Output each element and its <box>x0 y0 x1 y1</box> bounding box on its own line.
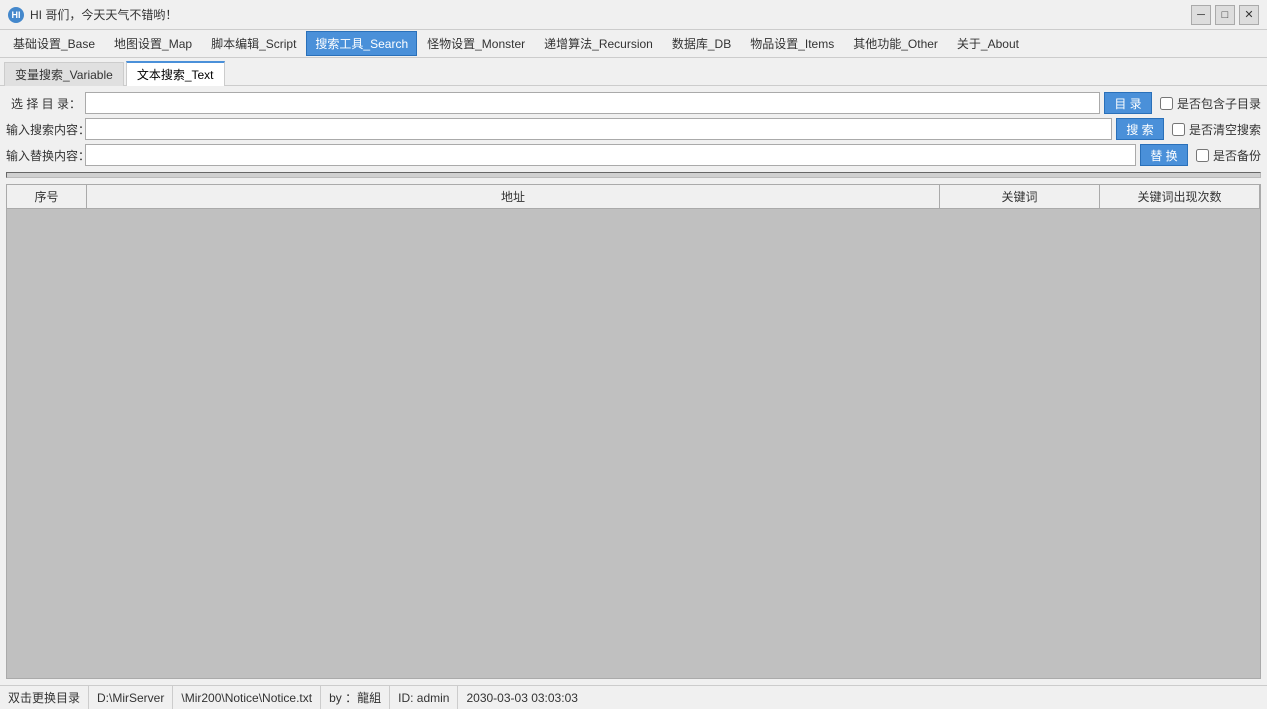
replace-label: 输入替换内容： <box>6 147 81 164</box>
col-header-kw: 关键词 <box>940 185 1100 208</box>
search-button[interactable]: 搜 索 <box>1116 118 1164 140</box>
search-row: 输入搜索内容： 搜 索 是否清空搜索 <box>6 118 1261 140</box>
checkbox1-input[interactable] <box>1160 97 1173 110</box>
status-path2-text: \Mir200\Notice\Notice.txt <box>181 691 312 705</box>
title-bar: HI HI 哥们，今天天气不错哟！ ─ □ ✕ <box>0 0 1267 30</box>
status-bar: 双击更换目录 D:\MirServer \Mir200\Notice\Notic… <box>0 685 1267 709</box>
search-input[interactable] <box>85 118 1112 140</box>
checkbox3-text: 是否备份 <box>1213 147 1261 164</box>
menu-item-base[interactable]: 基础设置_Base <box>4 31 104 56</box>
checkbox1-label[interactable]: 是否包含子目录 <box>1160 95 1261 112</box>
status-datetime-text: 2030-03-03 03:03:03 <box>466 691 577 705</box>
tab-bar: 变量搜索_Variable文本搜索_Text <box>0 58 1267 86</box>
divider <box>6 172 1261 178</box>
status-id: ID: admin <box>390 686 458 709</box>
right-options-3: 是否备份 <box>1196 147 1261 164</box>
dir-button[interactable]: 目 录 <box>1104 92 1152 114</box>
right-options-1: 是否包含子目录 <box>1160 95 1261 112</box>
form-inputs: 选 择 目 录： 目 录 是否包含子目录 输入搜索内容： 搜 索 <box>6 92 1261 166</box>
status-path1-text: D:\MirServer <box>97 691 164 705</box>
right-options-2: 是否清空搜索 <box>1172 121 1261 138</box>
status-action[interactable]: 双击更换目录 <box>0 686 89 709</box>
menu-item-items[interactable]: 物品设置_Items <box>741 31 843 56</box>
main-content: 选 择 目 录： 目 录 是否包含子目录 输入搜索内容： 搜 索 <box>0 86 1267 685</box>
checkbox2-text: 是否清空搜索 <box>1189 121 1261 138</box>
menu-item-monster[interactable]: 怪物设置_Monster <box>418 31 534 56</box>
status-path2: \Mir200\Notice\Notice.txt <box>173 686 321 709</box>
menu-bar: 基础设置_Base地图设置_Map脚本编辑_Script搜索工具_Search怪… <box>0 30 1267 58</box>
maximize-button[interactable]: □ <box>1215 5 1235 25</box>
menu-item-script[interactable]: 脚本编辑_Script <box>202 31 305 56</box>
replace-button[interactable]: 替 换 <box>1140 144 1188 166</box>
status-id-value: admin <box>417 691 450 705</box>
col-header-count: 关键词出现次数 <box>1100 185 1260 208</box>
tab-variable[interactable]: 变量搜索_Variable <box>4 62 124 86</box>
form-area: 选 择 目 录： 目 录 是否包含子目录 输入搜索内容： 搜 索 <box>6 92 1261 166</box>
status-by: by ： 龍組 <box>321 686 390 709</box>
menu-item-about[interactable]: 关于_About <box>948 31 1028 56</box>
menu-item-other[interactable]: 其他功能_Other <box>844 31 947 56</box>
table-body <box>7 209 1260 678</box>
status-action-text: 双击更换目录 <box>8 689 80 706</box>
checkbox2-label[interactable]: 是否清空搜索 <box>1172 121 1261 138</box>
dir-input[interactable] <box>85 92 1100 114</box>
status-path1: D:\MirServer <box>89 686 173 709</box>
dir-row: 选 择 目 录： 目 录 是否包含子目录 <box>6 92 1261 114</box>
menu-item-db[interactable]: 数据库_DB <box>663 31 740 56</box>
checkbox3-label[interactable]: 是否备份 <box>1196 147 1261 164</box>
search-label: 输入搜索内容： <box>6 121 81 138</box>
status-id-label: ID: <box>398 691 413 705</box>
minimize-button[interactable]: ─ <box>1191 5 1211 25</box>
checkbox1-text: 是否包含子目录 <box>1177 95 1261 112</box>
status-by-value: 龍組 <box>357 689 381 706</box>
status-datetime: 2030-03-03 03:03:03 <box>458 686 585 709</box>
table-container: 序号 地址 关键词 关键词出现次数 <box>6 184 1261 679</box>
menu-item-map[interactable]: 地图设置_Map <box>105 31 201 56</box>
title-bar-controls: ─ □ ✕ <box>1191 5 1259 25</box>
checkbox2-input[interactable] <box>1172 123 1185 136</box>
replace-input[interactable] <box>85 144 1136 166</box>
status-by-label: by ： <box>329 689 357 706</box>
title-bar-text: HI 哥们，今天天气不错哟！ <box>30 6 177 23</box>
dir-label: 选 择 目 录： <box>6 95 81 112</box>
app-icon: HI <box>8 7 24 23</box>
checkbox3-input[interactable] <box>1196 149 1209 162</box>
menu-item-recursion[interactable]: 递增算法_Recursion <box>535 31 662 56</box>
tab-text[interactable]: 文本搜索_Text <box>126 61 225 86</box>
menu-item-search[interactable]: 搜索工具_Search <box>306 31 417 56</box>
title-bar-left: HI HI 哥们，今天天气不错哟！ <box>8 6 177 23</box>
close-button[interactable]: ✕ <box>1239 5 1259 25</box>
table-header: 序号 地址 关键词 关键词出现次数 <box>7 185 1260 209</box>
replace-row: 输入替换内容： 替 换 是否备份 <box>6 144 1261 166</box>
col-header-num: 序号 <box>7 185 87 208</box>
col-header-addr: 地址 <box>87 185 940 208</box>
